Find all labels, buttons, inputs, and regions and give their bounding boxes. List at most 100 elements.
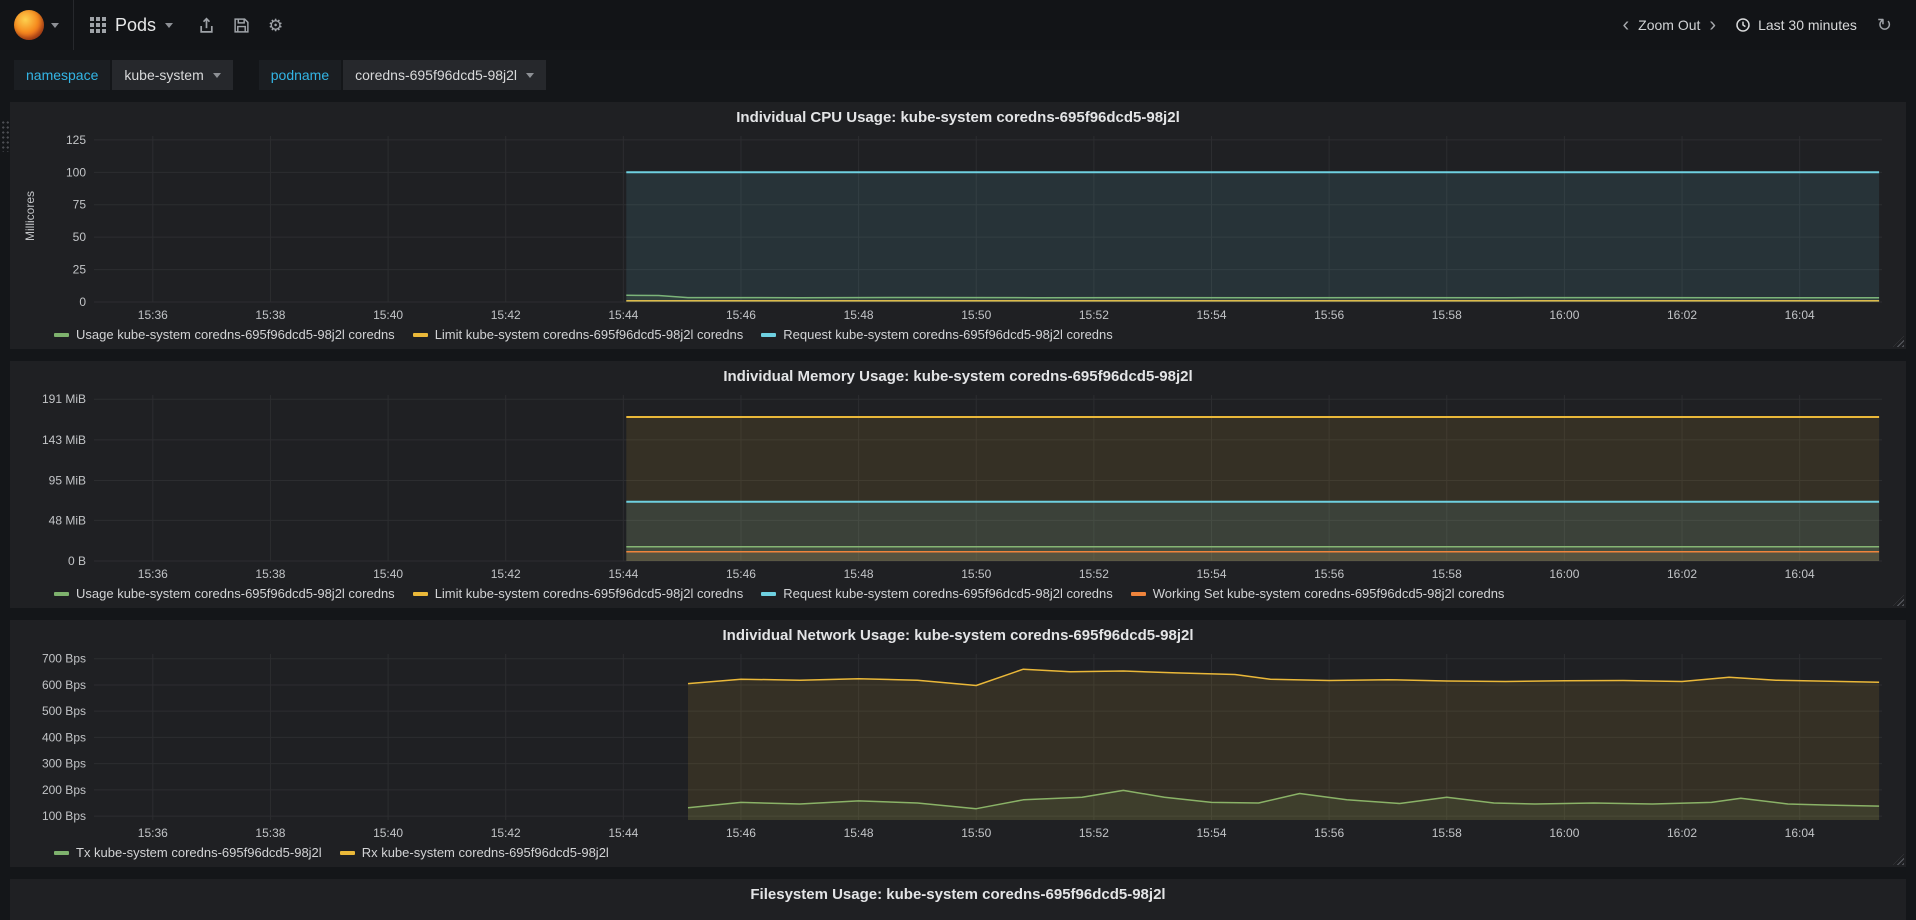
panel-title[interactable]: Individual Memory Usage: kube-system cor… bbox=[20, 365, 1896, 389]
variable-value-namespace[interactable]: kube-system bbox=[112, 60, 233, 90]
legend-series-marker-icon bbox=[54, 332, 69, 337]
chevron-down-icon bbox=[526, 72, 535, 78]
legend-item[interactable]: Usage kube-system coredns-695f96dcd5-98j… bbox=[54, 327, 395, 342]
time-range-forward-button[interactable]: › bbox=[1704, 15, 1721, 35]
svg-text:0: 0 bbox=[79, 295, 86, 309]
chevron-down-icon bbox=[212, 72, 221, 78]
legend-item[interactable]: Working Set kube-system coredns-695f96dc… bbox=[1130, 586, 1505, 601]
svg-text:143 MiB: 143 MiB bbox=[42, 433, 86, 447]
svg-text:15:58: 15:58 bbox=[1432, 567, 1462, 581]
top-navbar: Pods ⚙ ‹ Zoom Out › Last 30 minutes ↻ bbox=[0, 0, 1916, 50]
variable-value-podname[interactable]: coredns-695f96dcd5-98j2l bbox=[343, 60, 547, 90]
individual-network-usage-chart[interactable]: 15:36 15:38 15:40 15:42 15:44 15:46 15:48 15:50… bbox=[20, 648, 1896, 844]
time-range-picker[interactable]: Last 30 minutes bbox=[1723, 17, 1869, 33]
svg-text:500 Bps: 500 Bps bbox=[42, 704, 86, 718]
variable-podname: podname coredns-695f96dcd5-98j2l bbox=[258, 60, 547, 90]
grafana-menu-button[interactable] bbox=[0, 0, 74, 50]
svg-text:100 Bps: 100 Bps bbox=[42, 809, 86, 823]
settings-button[interactable]: ⚙ bbox=[259, 9, 292, 42]
legend-series-marker-icon bbox=[761, 332, 777, 337]
svg-text:700 Bps: 700 Bps bbox=[42, 652, 86, 666]
legend-item[interactable]: Limit kube-system coredns-695f96dcd5-98j… bbox=[412, 327, 743, 342]
save-button[interactable] bbox=[224, 9, 259, 42]
zoom-out-button[interactable]: Zoom Out bbox=[1636, 17, 1702, 33]
save-icon bbox=[234, 17, 249, 33]
legend-series-label: Tx kube-system coredns-695f96dcd5-98j2l bbox=[76, 845, 322, 860]
panel-title[interactable]: Filesystem Usage: kube-system coredns-69… bbox=[20, 883, 1896, 907]
share-icon bbox=[200, 16, 213, 33]
svg-text:15:56: 15:56 bbox=[1314, 826, 1344, 840]
svg-text:15:50: 15:50 bbox=[961, 567, 991, 581]
dashboard-picker[interactable]: Pods bbox=[74, 0, 189, 50]
legend-series-label: Usage kube-system coredns-695f96dcd5-98j… bbox=[76, 327, 395, 342]
svg-text:125: 125 bbox=[66, 133, 86, 147]
dashboard-grid-icon bbox=[90, 17, 106, 33]
variable-label-podname: podname bbox=[258, 60, 342, 90]
refresh-icon: ↻ bbox=[1876, 15, 1892, 35]
svg-text:15:54: 15:54 bbox=[1196, 308, 1226, 322]
svg-text:15:58: 15:58 bbox=[1432, 308, 1462, 322]
chevron-left-icon: ‹ bbox=[1622, 14, 1630, 36]
svg-text:15:42: 15:42 bbox=[491, 826, 521, 840]
svg-text:15:40: 15:40 bbox=[373, 567, 403, 581]
clock-icon bbox=[1736, 18, 1750, 32]
individual-cpu-usage-chart[interactable]: 15:36 15:38 15:40 15:42 15:44 15:46 15:48 15:50… bbox=[20, 130, 1896, 326]
svg-text:15:38: 15:38 bbox=[255, 567, 285, 581]
panel-individual-cpu-usage: Individual CPU Usage: kube-system coredn… bbox=[10, 102, 1906, 349]
row-drag-handle[interactable] bbox=[1, 120, 10, 152]
time-range-back-button[interactable]: ‹ bbox=[1617, 15, 1634, 35]
time-controls: ‹ Zoom Out › Last 30 minutes ↻ bbox=[1617, 15, 1898, 35]
svg-text:15:52: 15:52 bbox=[1079, 567, 1109, 581]
svg-text:16:00: 16:00 bbox=[1549, 826, 1579, 840]
svg-text:15:46: 15:46 bbox=[726, 826, 756, 840]
individual-memory-usage-chart[interactable]: 15:36 15:38 15:40 15:42 15:44 15:46 15:48 15:50… bbox=[20, 389, 1896, 585]
variable-selected-value: kube-system bbox=[124, 67, 204, 83]
chart-legend: Usage kube-system coredns-695f96dcd5-98j… bbox=[20, 585, 1896, 606]
svg-text:16:04: 16:04 bbox=[1785, 826, 1815, 840]
svg-text:100: 100 bbox=[66, 165, 86, 179]
svg-text:15:48: 15:48 bbox=[844, 308, 874, 322]
svg-text:15:58: 15:58 bbox=[1432, 826, 1462, 840]
svg-text:191 MiB: 191 MiB bbox=[42, 392, 86, 406]
svg-text:15:38: 15:38 bbox=[255, 826, 285, 840]
legend-series-marker-icon bbox=[412, 332, 428, 337]
legend-item[interactable]: Rx kube-system coredns-695f96dcd5-98j2l bbox=[339, 845, 609, 860]
svg-text:15:54: 15:54 bbox=[1196, 567, 1226, 581]
time-range-label: Last 30 minutes bbox=[1758, 17, 1857, 33]
svg-text:15:50: 15:50 bbox=[961, 826, 991, 840]
chevron-down-icon bbox=[51, 22, 59, 28]
chevron-right-icon: › bbox=[1709, 14, 1717, 36]
svg-text:15:44: 15:44 bbox=[608, 567, 638, 581]
svg-text:15:52: 15:52 bbox=[1079, 308, 1109, 322]
legend-item[interactable]: Limit kube-system coredns-695f96dcd5-98j… bbox=[412, 586, 744, 601]
share-button[interactable] bbox=[189, 9, 224, 42]
legend-series-label: Rx kube-system coredns-695f96dcd5-98j2l bbox=[361, 845, 609, 860]
svg-text:16:00: 16:00 bbox=[1549, 308, 1579, 322]
legend-item[interactable]: Request kube-system coredns-695f96dcd5-9… bbox=[761, 586, 1113, 601]
legend-item[interactable]: Usage kube-system coredns-695f96dcd5-98j… bbox=[54, 586, 395, 601]
variable-namespace: namespace kube-system bbox=[14, 60, 233, 90]
svg-text:Millicores: Millicores bbox=[23, 191, 37, 241]
svg-text:15:46: 15:46 bbox=[726, 308, 756, 322]
svg-text:15:50: 15:50 bbox=[961, 308, 991, 322]
legend-series-label: Working Set kube-system coredns-695f96dc… bbox=[1152, 586, 1505, 601]
panel-title[interactable]: Individual Network Usage: kube-system co… bbox=[20, 624, 1896, 648]
legend-series-label: Limit kube-system coredns-695f96dcd5-98j… bbox=[434, 586, 744, 601]
svg-text:16:04: 16:04 bbox=[1785, 308, 1815, 322]
svg-text:15:40: 15:40 bbox=[373, 308, 403, 322]
legend-item[interactable]: Tx kube-system coredns-695f96dcd5-98j2l bbox=[54, 845, 322, 860]
grafana-logo-icon bbox=[14, 10, 44, 40]
svg-text:400 Bps: 400 Bps bbox=[42, 730, 86, 744]
variable-label-namespace: namespace bbox=[14, 60, 111, 90]
svg-text:95 MiB: 95 MiB bbox=[49, 474, 86, 488]
panel-filesystem-usage: Filesystem Usage: kube-system coredns-69… bbox=[10, 879, 1906, 920]
svg-text:200 Bps: 200 Bps bbox=[42, 783, 86, 797]
legend-item[interactable]: Request kube-system coredns-695f96dcd5-9… bbox=[761, 327, 1113, 342]
svg-text:16:02: 16:02 bbox=[1667, 826, 1697, 840]
panel-title[interactable]: Individual CPU Usage: kube-system coredn… bbox=[20, 106, 1896, 130]
svg-text:16:02: 16:02 bbox=[1667, 567, 1697, 581]
svg-text:50: 50 bbox=[73, 230, 87, 244]
refresh-button[interactable]: ↻ bbox=[1871, 16, 1898, 34]
svg-text:15:56: 15:56 bbox=[1314, 567, 1344, 581]
legend-series-marker-icon bbox=[412, 591, 428, 596]
